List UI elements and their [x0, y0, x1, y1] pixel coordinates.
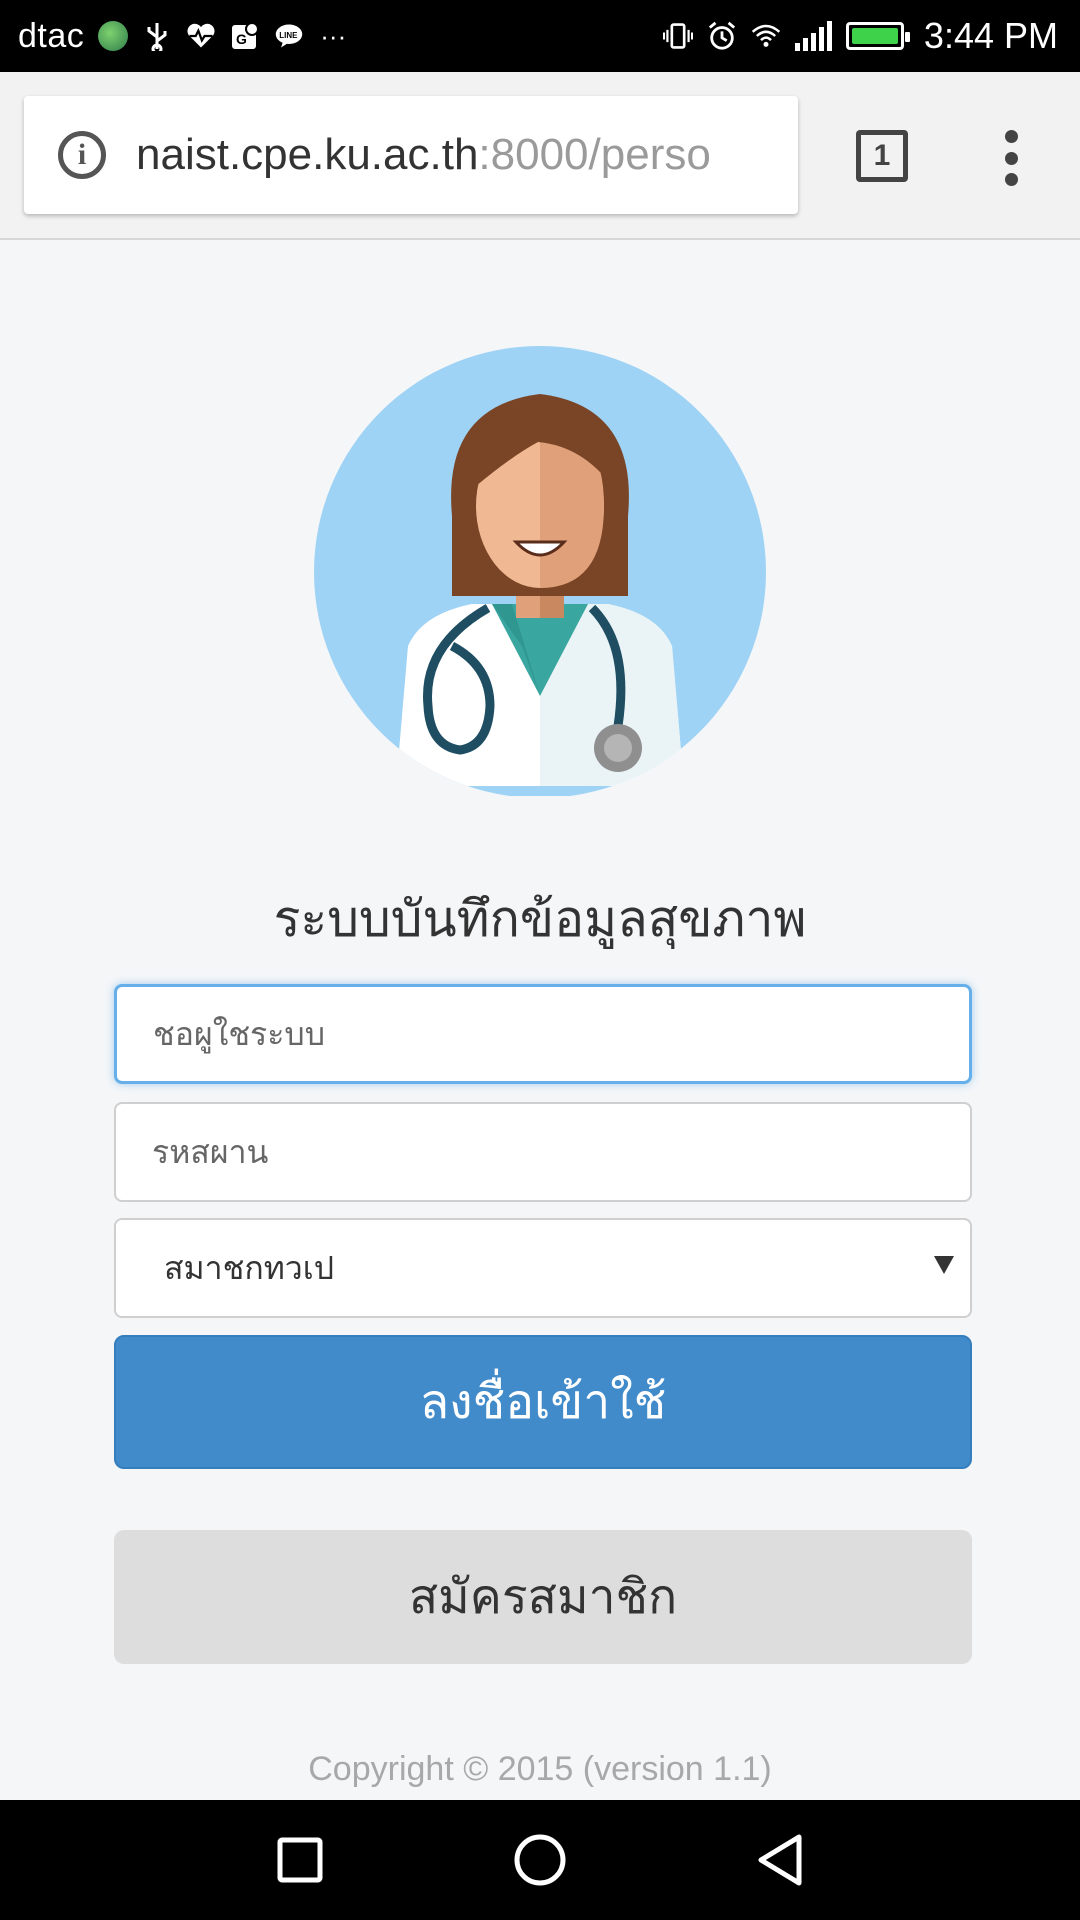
- clock: 3:44 PM: [923, 15, 1058, 56]
- battery-icon: [845, 22, 910, 50]
- navigation-bar: [0, 1800, 1080, 1920]
- status-right: 3:44 PM: [662, 15, 1058, 57]
- globe-icon: [98, 21, 129, 51]
- password-input[interactable]: รหสผาน: [114, 1102, 972, 1202]
- maps-icon: G: [230, 21, 260, 51]
- line-icon: LINE: [274, 21, 304, 51]
- copyright-text: Copyright © 2015 (version 1.1): [308, 1750, 772, 1788]
- recent-apps-icon[interactable]: [270, 1830, 330, 1890]
- home-icon[interactable]: [510, 1830, 570, 1890]
- username-input[interactable]: ชอผูใชระบบ: [114, 984, 972, 1084]
- url-text[interactable]: naist.cpe.ku.ac.th:8000/perso: [136, 130, 711, 180]
- overflow-menu-icon[interactable]: [1000, 130, 1022, 186]
- signal-icon: [794, 21, 832, 51]
- member-type-value: สมาชกทวเป: [164, 1248, 334, 1287]
- browser-toolbar: i naist.cpe.ku.ac.th:8000/perso 1: [0, 72, 1080, 240]
- usb-icon: [142, 21, 172, 51]
- status-left: dtac G LINE ···: [18, 17, 348, 56]
- url-host: naist.cpe.ku.ac.th: [136, 130, 479, 179]
- carrier-name: dtac: [18, 16, 85, 55]
- svg-text:LINE: LINE: [280, 31, 298, 40]
- back-icon[interactable]: [750, 1830, 810, 1890]
- register-button[interactable]: สมัครสมาชิก: [114, 1530, 972, 1664]
- chevron-down-icon: [934, 1256, 954, 1274]
- alarm-icon: [707, 21, 737, 51]
- page-title: ระบบบันทึกข้อมูลสุขภาพ: [273, 890, 807, 948]
- vibrate-icon: [662, 21, 693, 51]
- info-icon[interactable]: i: [58, 131, 106, 179]
- url-path: :8000/perso: [478, 130, 711, 179]
- battery-level: [851, 28, 898, 44]
- health-icon: [186, 21, 216, 51]
- member-type-select[interactable]: สมาชกทวเป: [114, 1218, 972, 1318]
- svg-text:G: G: [236, 31, 247, 47]
- login-button[interactable]: ลงชื่อเข้าใช้: [114, 1335, 972, 1469]
- address-bar[interactable]: i naist.cpe.ku.ac.th:8000/perso: [24, 96, 798, 214]
- wifi-icon: [751, 21, 781, 51]
- doctor-avatar: [314, 346, 766, 796]
- more-notifications-icon: ···: [320, 20, 347, 51]
- tab-switcher-button[interactable]: 1: [856, 130, 908, 182]
- status-bar: dtac G LINE ··· 3:44 PM: [0, 0, 1080, 72]
